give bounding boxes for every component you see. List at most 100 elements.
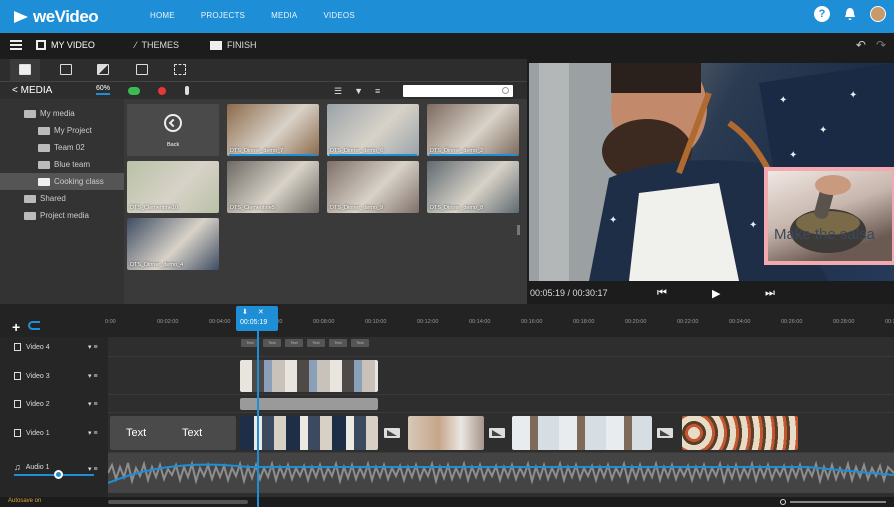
ruler-tick-label: 00:22:00 [677,319,699,325]
undo-icon[interactable]: ↶ [856,38,866,52]
help-icon[interactable]: ? [814,6,830,22]
text-clip-label: Text [126,427,147,439]
magnet-icon[interactable] [28,321,40,330]
tab-my-video[interactable]: MY VIDEO [36,40,95,50]
playhead-line[interactable] [257,331,259,507]
transition-icon[interactable] [489,428,505,438]
video-clip[interactable] [240,360,378,392]
tab-themes[interactable]: ⁄ THEMES [135,40,179,50]
folder-item[interactable]: My media [0,105,124,122]
text-chip[interactable]: Text [329,339,347,347]
add-track-icon[interactable]: + [12,319,20,335]
media-thumbnail[interactable]: DTS_Dinner_demo_4 [127,218,219,270]
media-thumbnail[interactable]: DTS_Dinner_demo_6 [327,104,419,156]
horizontal-scrollbar[interactable] [108,500,248,504]
tab-finish[interactable]: FINISH [210,40,257,50]
media-gallery-icon[interactable] [60,64,72,75]
ruler-tick-label: 00:20:00 [625,319,647,325]
folder-item[interactable]: My Project [0,122,124,139]
zoom-handle[interactable] [780,499,786,505]
nav-videos[interactable]: VIDEOS [323,11,354,20]
folder-label: Cooking class [54,177,104,186]
text-clip[interactable]: Text Text [110,416,236,450]
folder-item[interactable]: Project media [0,207,124,224]
video-clip[interactable] [682,416,798,450]
usage-indicator [329,154,417,156]
folder-item[interactable]: Blue team [0,156,124,173]
wevideo-logo[interactable]: weVideo [14,7,99,27]
thumbnail-caption: DTS_Dinner_demo_4 [130,262,184,268]
track-video-1: Video 1 ▾ ≡ Text Text [0,413,894,453]
play-icon[interactable]: ▶ [712,287,720,300]
video-clip[interactable] [240,398,378,410]
media-title[interactable]: < MEDIA [12,85,52,96]
audio-clip[interactable] [108,453,894,493]
video-clip[interactable] [408,416,484,450]
volume-slider-handle[interactable] [54,470,63,479]
text-chip[interactable]: Text [351,339,369,347]
hamburger-menu-icon[interactable] [10,40,22,50]
marker-pin-icon[interactable]: ⬇ [242,308,248,316]
skip-forward-icon[interactable]: ⏭ [765,287,775,300]
timeline: + 0:0000:02:0000:04:0000:06:0000:08:0000… [0,304,894,507]
nav-media[interactable]: MEDIA [271,11,297,20]
sort-icon[interactable]: ≡ [375,86,380,97]
text-chip[interactable]: Text [307,339,325,347]
preview-frame[interactable]: ✦ ✦ ✦ ✦ ✦ ✦ Make the salsa [529,63,894,281]
track-audio-1: ♫ Audio 1 ▾ ≡ [0,453,894,493]
playhead-marker[interactable]: ⬇ ✕ 00:05:19 [236,306,278,331]
back-button[interactable]: Back [127,104,219,156]
ruler-tick-label: 00:02:00 [157,319,179,325]
nav-projects[interactable]: PROJECTS [201,11,245,20]
svg-text:✦: ✦ [749,220,757,231]
media-search-input[interactable] [403,85,513,97]
tab-themes-label: THEMES [141,40,180,50]
list-view-icon[interactable]: ☰ [334,86,342,97]
media-thumbnail[interactable]: DTS_Dinner_demo_8 [427,161,519,213]
microphone-icon[interactable] [185,86,189,95]
media-crop-icon[interactable] [174,64,186,75]
media-thumbnail[interactable]: DTS_Dinner_demo_9 [327,161,419,213]
folder-item[interactable]: Cooking class [0,173,124,190]
track-label: Video 2 [26,400,50,408]
overlay-caption: Make the salsa [774,226,875,243]
record-icon[interactable] [158,87,166,95]
track-menu-icon[interactable]: ▾ ≡ [88,372,98,380]
folder-icon [38,126,50,135]
transition-icon[interactable] [384,428,400,438]
folder-item[interactable]: Shared [0,190,124,207]
bell-icon[interactable] [844,7,856,21]
track-menu-icon[interactable]: ▾ ≡ [88,343,98,351]
track-video-2: Video 2 ▾ ≡ [0,395,894,413]
text-chip[interactable]: Text [285,339,303,347]
redo-icon[interactable]: ↷ [876,38,886,52]
video-clip[interactable] [240,416,378,450]
skip-back-icon[interactable]: ⏮ [657,287,667,300]
picture-in-picture-overlay[interactable]: Make the salsa [764,167,894,265]
media-color-icon[interactable] [97,64,109,75]
track-menu-icon[interactable]: ▾ ≡ [88,429,98,437]
folder-item[interactable]: Team 02 [0,139,124,156]
storage-percent: 60% [96,85,111,95]
zoom-slider[interactable] [780,499,886,505]
cloud-upload-icon[interactable] [128,87,140,95]
video-clip[interactable] [512,416,652,450]
nav-home[interactable]: HOME [150,11,175,20]
panel-resize-handle[interactable] [517,225,520,235]
avatar[interactable] [870,6,886,22]
timeline-ruler[interactable]: + 0:0000:02:0000:04:0000:06:0000:08:0000… [0,304,894,337]
filter-icon[interactable]: ▼ [354,86,363,97]
track-menu-icon[interactable]: ▾ ≡ [88,465,98,473]
track-menu-icon[interactable]: ▾ ≡ [88,400,98,408]
media-thumbnail[interactable]: DTS_Dinner_demo_2 [427,104,519,156]
split-icon[interactable]: ✕ [258,308,264,316]
media-text-icon[interactable] [136,64,148,75]
media-camera-icon[interactable] [19,64,31,75]
media-thumbnail[interactable]: DTS_Clementine10 [127,161,219,213]
media-thumbnail[interactable]: DTS_Dinner_demo_7 [227,104,319,156]
text-chip[interactable]: Text [263,339,281,347]
folder-icon [24,211,36,220]
media-thumbnail[interactable]: DTS_Clementine5 [227,161,319,213]
back-label: Back [167,142,180,148]
transition-icon[interactable] [657,428,673,438]
